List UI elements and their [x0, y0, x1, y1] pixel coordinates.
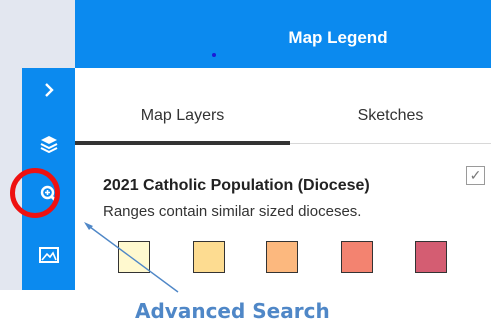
annotation-arrow [84, 222, 179, 293]
annotation-label: Advanced Search [135, 299, 330, 323]
